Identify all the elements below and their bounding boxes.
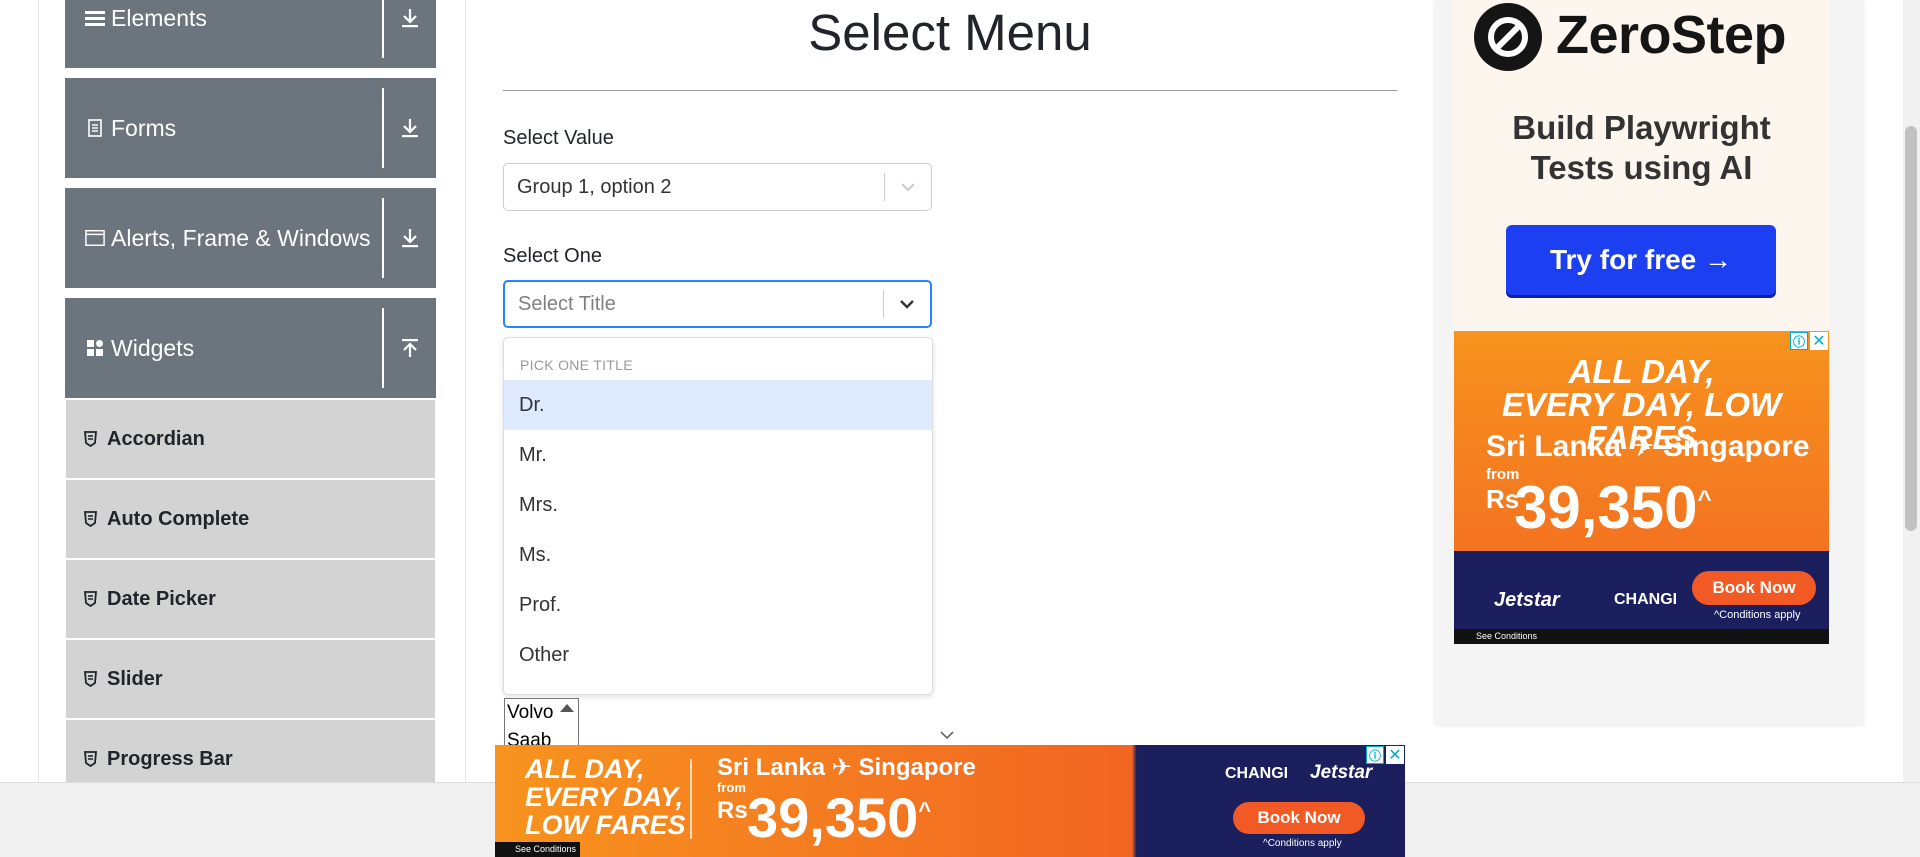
sidebar-item-date-picker[interactable]: Date Picker xyxy=(66,560,435,638)
badge-icon xyxy=(83,671,97,687)
badge-icon xyxy=(83,511,97,527)
book-now-button[interactable]: Book Now xyxy=(1692,571,1816,605)
group-separator xyxy=(382,308,384,388)
zerostep-tagline: Build Playwright Tests using AI xyxy=(1454,108,1829,188)
download-icon[interactable] xyxy=(395,78,425,178)
option-other[interactable]: Other xyxy=(504,630,932,680)
select-one-label: Select One xyxy=(503,245,602,267)
tagline-line: Tests using AI xyxy=(1530,149,1753,186)
ad-price-mark: ^ xyxy=(1697,486,1712,513)
option-prof[interactable]: Prof. xyxy=(504,580,932,630)
ad-route: Sri Lanka ✈ Singapore xyxy=(1486,430,1810,463)
sidebar-group-title: Forms xyxy=(111,114,177,141)
ad-price-value: 39,350 xyxy=(1514,474,1698,541)
option-group-label: PICK ONE TITLE xyxy=(520,357,633,373)
jetstar-bottom-ad[interactable]: ALL DAY, EVERY DAY, LOW FARES Sri Lanka … xyxy=(495,745,1405,857)
document-icon xyxy=(85,119,105,137)
sidebar-group-forms[interactable]: Forms xyxy=(65,78,436,178)
badge-icon xyxy=(83,751,97,767)
title-rule xyxy=(503,90,1397,91)
ad-close-icon[interactable]: ✕ xyxy=(1810,332,1828,350)
ad-conditions: ^Conditions apply xyxy=(1263,838,1342,849)
badge-icon xyxy=(83,431,97,447)
option-mr[interactable]: Mr. xyxy=(504,430,932,480)
sidebar-item-label: Accordian xyxy=(107,427,205,450)
ad-divider xyxy=(690,759,692,839)
badge-icon xyxy=(83,591,97,607)
group-separator xyxy=(382,198,384,278)
ad-info-icon[interactable]: ⓘ xyxy=(1790,332,1808,350)
sidebar-item-label: Auto Complete xyxy=(107,507,250,530)
jetstar-logo: Jetstar xyxy=(1494,589,1560,611)
select-one-menu: PICK ONE TITLE Dr. Mr. Mrs. Ms. Prof. Ot… xyxy=(503,337,933,695)
sidebar-group-elements[interactable]: Elements xyxy=(65,0,436,68)
scroll-up-icon[interactable] xyxy=(560,704,574,712)
zerostep-ad[interactable]: ZeroStep Build Playwright Tests using AI… xyxy=(1454,0,1829,330)
select-one-dropdown[interactable]: Select Title xyxy=(503,280,932,328)
zerostep-logo xyxy=(1474,3,1542,71)
page: Elements Forms Alerts, Frame & Windows W… xyxy=(0,0,1920,857)
zerostep-name: ZeroStep xyxy=(1556,5,1787,65)
sidebar-item-accordian[interactable]: Accordian xyxy=(66,400,435,478)
sidebar-item-label: Date Picker xyxy=(107,587,216,610)
ad-price: 39,350^ xyxy=(747,785,931,850)
option-ms[interactable]: Ms. xyxy=(504,530,932,580)
ad-price-value: 39,350 xyxy=(747,786,919,849)
download-icon[interactable] xyxy=(395,188,425,288)
changi-logo: CHANGI xyxy=(1614,591,1678,608)
tagline-line: Build Playwright xyxy=(1512,109,1771,146)
jetstar-logo: Jetstar xyxy=(1310,762,1373,783)
changi-logo: CHANGI xyxy=(1225,765,1289,782)
main-divider xyxy=(465,0,466,782)
ad-close-icon[interactable]: ✕ xyxy=(1386,746,1404,764)
sidebar-group-widgets[interactable]: Widgets xyxy=(65,298,436,398)
sidebar-group-title: Widgets xyxy=(111,334,195,361)
ad-route: Sri Lanka ✈ Singapore xyxy=(717,754,976,781)
sidebar-group-title: Alerts, Frame & Windows xyxy=(111,224,371,251)
ad-price-mark: ^ xyxy=(918,797,932,823)
sidebar-group-alerts[interactable]: Alerts, Frame & Windows xyxy=(65,188,436,288)
see-conditions-link[interactable]: See Conditions xyxy=(1454,629,1829,644)
sidebar-item-label: Slider xyxy=(107,667,163,690)
ad-info-icon[interactable]: ⓘ xyxy=(1366,746,1384,764)
page-title: Select Menu xyxy=(808,4,1092,61)
select-value-label: Select Value xyxy=(503,127,614,149)
hamburger-icon xyxy=(85,9,105,27)
download-icon[interactable] xyxy=(395,0,425,68)
left-border xyxy=(38,0,39,782)
select-value-current: Group 1, option 2 xyxy=(517,175,672,198)
ad-price: 39,350^ xyxy=(1514,473,1712,542)
headline-line: ALL DAY, xyxy=(1568,353,1715,390)
sidebar-group-title: Elements xyxy=(111,4,207,31)
group-separator xyxy=(382,0,384,58)
sidebar-item-slider[interactable]: Slider xyxy=(66,640,435,718)
upload-icon[interactable] xyxy=(395,298,425,398)
headline-line: ALL DAY, xyxy=(525,754,645,784)
group-separator xyxy=(382,88,384,168)
select-one-placeholder: Select Title xyxy=(518,292,616,315)
headline-line: LOW FARES xyxy=(525,810,686,840)
option-dr[interactable]: Dr. xyxy=(504,380,932,430)
ad-from: from xyxy=(717,780,746,795)
scrollbar-thumb[interactable] xyxy=(1905,126,1917,531)
chevron-down-icon[interactable] xyxy=(884,282,930,326)
ad-conditions: ^Conditions apply xyxy=(1714,609,1801,621)
chevron-down-icon[interactable] xyxy=(885,164,931,210)
sidebar-item-label: Progress Bar xyxy=(107,747,233,770)
select-value-dropdown[interactable]: Group 1, option 2 xyxy=(503,163,932,211)
book-now-button[interactable]: Book Now xyxy=(1233,802,1365,834)
headline-line: EVERY DAY, xyxy=(525,782,684,812)
grid-icon xyxy=(85,339,105,357)
chevron-down-icon[interactable] xyxy=(940,728,954,742)
option-mrs[interactable]: Mrs. xyxy=(504,480,932,530)
see-conditions-link[interactable]: See Conditions xyxy=(495,842,580,857)
sidebar-item-auto-complete[interactable]: Auto Complete xyxy=(66,480,435,558)
try-for-free-button[interactable]: Try for free → xyxy=(1506,225,1776,295)
window-icon xyxy=(85,229,105,247)
ad-currency: Rs xyxy=(717,797,748,824)
jetstar-side-ad[interactable]: ALL DAY, EVERY DAY, LOW FARES Sri Lanka … xyxy=(1454,331,1829,644)
ad-headline: ALL DAY, EVERY DAY, LOW FARES xyxy=(525,755,686,839)
